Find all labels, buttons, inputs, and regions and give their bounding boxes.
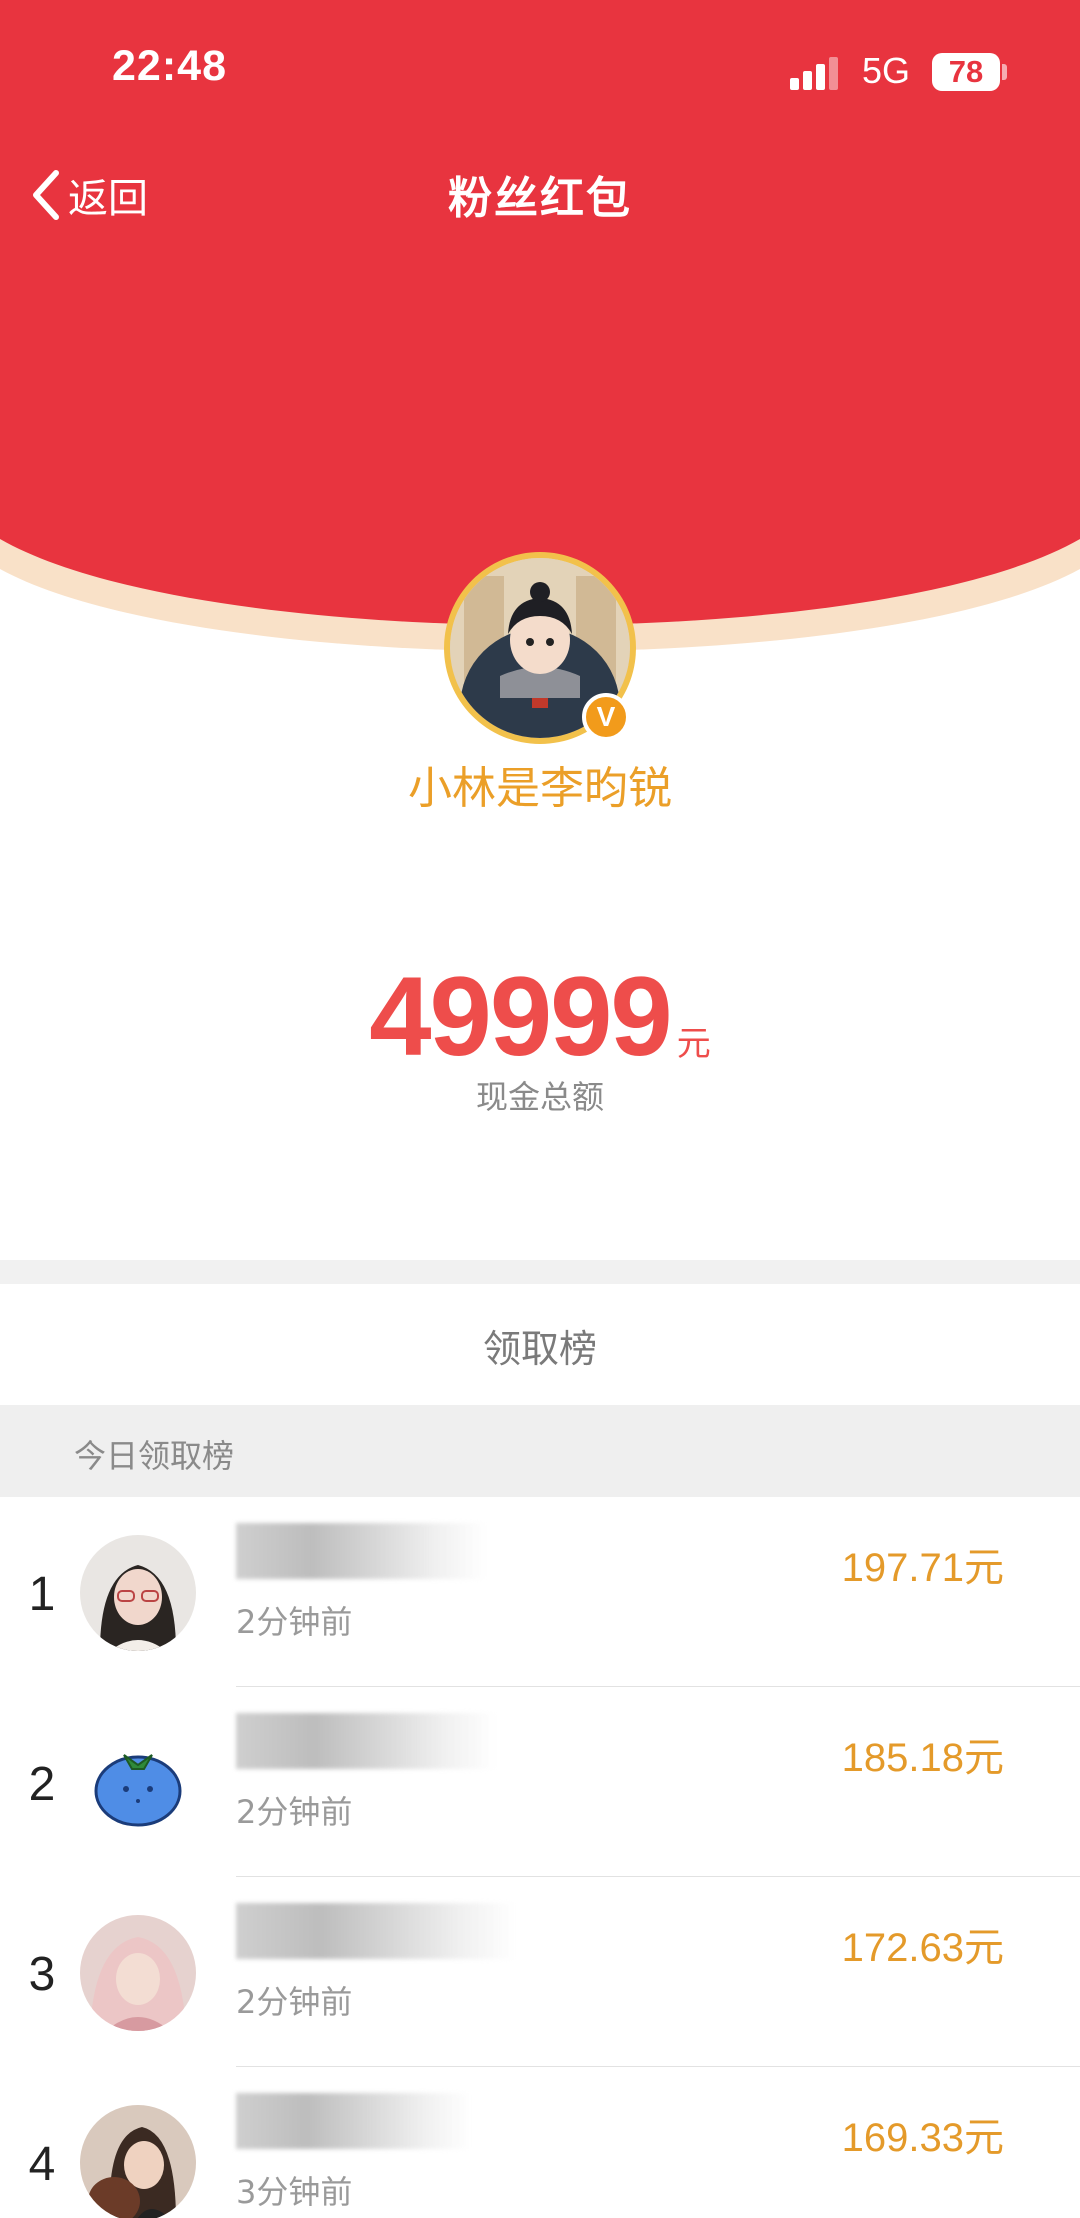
avatar-image-4 bbox=[80, 2105, 196, 2218]
header: 22:48 5G 78 返回 粉丝红包 bbox=[0, 0, 1080, 250]
leaderboard-title: 领取榜 bbox=[482, 1327, 597, 1371]
leaderboard-section-header: 今日领取榜 bbox=[0, 1405, 1080, 1497]
battery-cap bbox=[1002, 64, 1007, 80]
verified-badge-icon: V bbox=[582, 693, 630, 741]
rank-number: 1 bbox=[28, 1568, 56, 1621]
rank-number: 3 bbox=[28, 1948, 56, 2001]
avatar-image-3 bbox=[80, 1915, 196, 2031]
rank-number: 4 bbox=[28, 2138, 56, 2191]
table-row[interactable]: 1 2分钟前 197.71元 bbox=[0, 1497, 1080, 1687]
status-time: 22:48 bbox=[112, 42, 227, 90]
avatar[interactable] bbox=[80, 1535, 196, 1651]
avatar[interactable] bbox=[80, 1725, 196, 1841]
table-row[interactable]: 2 2分钟前 185.18元 bbox=[0, 1687, 1080, 1877]
user-name-redacted bbox=[236, 1895, 576, 1959]
user-name-redacted bbox=[236, 1515, 576, 1579]
table-row[interactable]: 3 2分钟前 172.63元 bbox=[0, 1877, 1080, 2067]
claim-amount: 185.18元 bbox=[841, 1735, 1004, 1781]
user-name-redacted bbox=[236, 2085, 576, 2149]
amount-unit: 元 bbox=[676, 1024, 711, 1064]
red-packet-page: 22:48 5G 78 返回 粉丝红包 V 小林是李昀锐 49999 元 现金总… bbox=[0, 0, 1080, 2218]
status-bar: 22:48 5G 78 bbox=[0, 0, 1080, 140]
network-label: 5G bbox=[862, 50, 911, 91]
user-name-redacted bbox=[236, 1705, 576, 1769]
battery-level: 78 bbox=[948, 54, 984, 89]
avatar[interactable] bbox=[80, 2105, 196, 2218]
avatar-image-1 bbox=[80, 1535, 196, 1651]
avatar[interactable] bbox=[80, 1915, 196, 2031]
total-amount: 49999 元 bbox=[0, 952, 1080, 1081]
claim-amount: 197.71元 bbox=[841, 1545, 1004, 1591]
signal-icon bbox=[790, 56, 842, 90]
claim-time: 2分钟前 bbox=[236, 1603, 353, 1641]
rank-number: 2 bbox=[28, 1758, 56, 1811]
section-label: 今日领取榜 bbox=[74, 1437, 235, 1475]
section-divider bbox=[0, 1260, 1080, 1284]
table-row[interactable]: 4 3分钟前 169.33元 bbox=[0, 2067, 1080, 2218]
battery-icon: 78 bbox=[932, 53, 1000, 91]
amount-label: 现金总额 bbox=[475, 1078, 604, 1116]
claim-amount: 169.33元 bbox=[841, 2115, 1004, 2161]
claim-time: 3分钟前 bbox=[236, 2173, 353, 2211]
page-title: 粉丝红包 bbox=[448, 173, 632, 224]
avatar-image-2 bbox=[80, 1725, 196, 1841]
claim-time: 2分钟前 bbox=[236, 1983, 353, 2021]
creator-name[interactable]: 小林是李昀锐 bbox=[0, 752, 1080, 816]
leaderboard-list: 1 2分钟前 197.71元 2 2分钟前 185.18元 3 2分钟前 172… bbox=[0, 1497, 1080, 2218]
amount-value: 49999 bbox=[369, 954, 672, 1079]
claim-time: 2分钟前 bbox=[236, 1793, 353, 1831]
claim-amount: 172.63元 bbox=[841, 1925, 1004, 1971]
nav-bar: 返回 粉丝红包 bbox=[0, 140, 1080, 250]
